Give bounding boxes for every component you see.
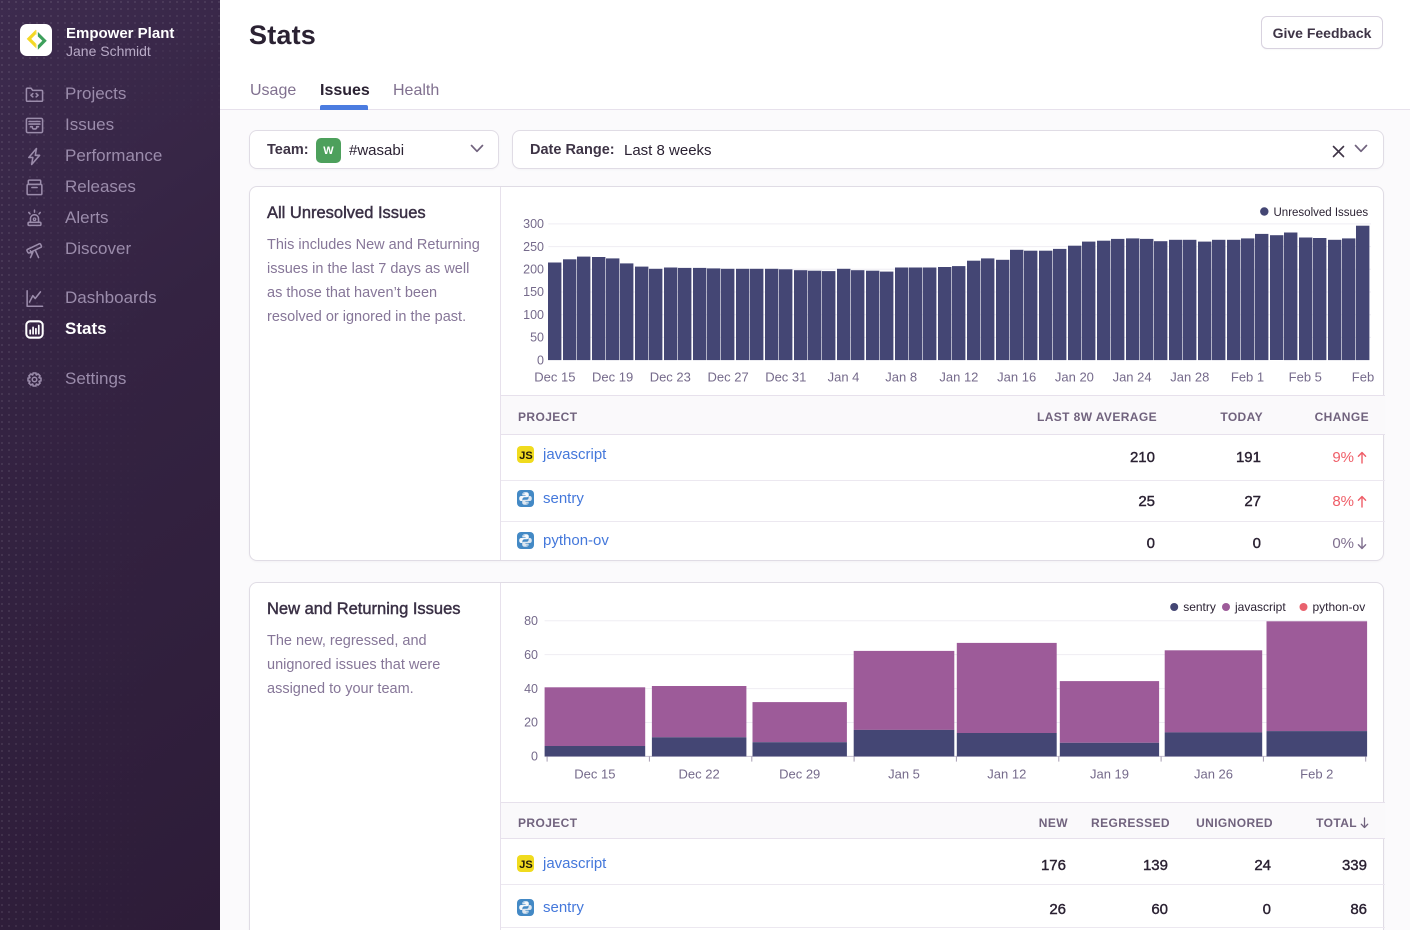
svg-text:Jan 28: Jan 28 — [1170, 370, 1209, 385]
svg-text:150: 150 — [523, 285, 544, 299]
svg-text:Feb 2: Feb 2 — [1300, 767, 1333, 782]
svg-text:Dec 27: Dec 27 — [707, 370, 748, 385]
svg-text:0: 0 — [537, 353, 544, 367]
svg-text:100: 100 — [523, 308, 544, 322]
svg-text:200: 200 — [523, 263, 544, 277]
svg-text:JS: JS — [519, 859, 532, 871]
svg-text:Dec 29: Dec 29 — [779, 767, 820, 782]
svg-text:Feb 1: Feb 1 — [1231, 370, 1264, 385]
svg-text:Dec 23: Dec 23 — [650, 370, 691, 385]
svg-text:javascript: javascript — [1234, 600, 1286, 614]
svg-text:python-ov: python-ov — [1313, 600, 1366, 614]
svg-text:Jan 19: Jan 19 — [1090, 767, 1129, 782]
svg-text:Dec 31: Dec 31 — [765, 370, 806, 385]
svg-text:Jan 20: Jan 20 — [1055, 370, 1094, 385]
svg-text:Jan 8: Jan 8 — [885, 370, 917, 385]
svg-text:Dec 15: Dec 15 — [534, 370, 575, 385]
svg-text:300: 300 — [523, 217, 544, 231]
svg-text:20: 20 — [524, 716, 538, 730]
svg-text:Jan 16: Jan 16 — [997, 370, 1036, 385]
svg-text:JS: JS — [519, 450, 532, 462]
svg-text:Dec 15: Dec 15 — [574, 767, 615, 782]
svg-text:Dec 22: Dec 22 — [678, 767, 719, 782]
svg-text:Jan 12: Jan 12 — [939, 370, 978, 385]
svg-text:sentry: sentry — [1183, 600, 1216, 614]
svg-text:60: 60 — [524, 648, 538, 662]
svg-text:50: 50 — [530, 331, 544, 345]
svg-text:Jan 12: Jan 12 — [987, 767, 1026, 782]
svg-text:80: 80 — [524, 614, 538, 628]
svg-text:250: 250 — [523, 240, 544, 254]
svg-text:Jan 24: Jan 24 — [1113, 370, 1152, 385]
svg-text:40: 40 — [524, 682, 538, 696]
svg-text:Feb 5: Feb 5 — [1289, 370, 1322, 385]
svg-text:Jan 26: Jan 26 — [1194, 767, 1233, 782]
svg-text:Jan 5: Jan 5 — [888, 767, 920, 782]
svg-text:Jan 4: Jan 4 — [828, 370, 860, 385]
svg-text:Dec 19: Dec 19 — [592, 370, 633, 385]
svg-text:Feb: Feb — [1352, 370, 1374, 385]
svg-text:Unresolved Issues: Unresolved Issues — [1274, 207, 1369, 219]
svg-text:0: 0 — [531, 750, 538, 764]
